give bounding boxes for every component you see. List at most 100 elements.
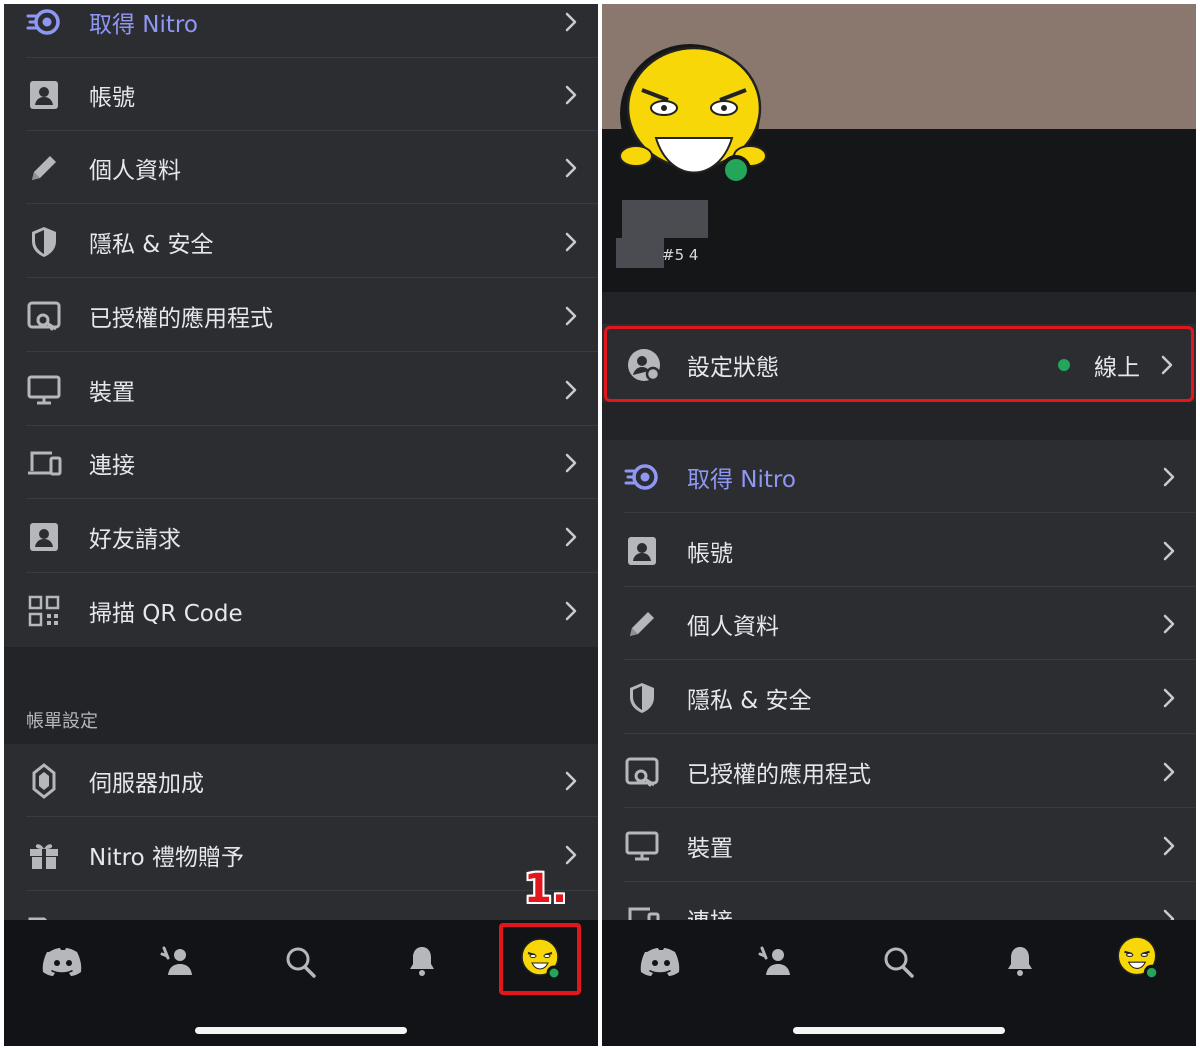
pencil-icon xyxy=(630,611,654,636)
menu-item-label: 已授權的應用程式 xyxy=(89,305,273,332)
divider xyxy=(624,512,1196,513)
divider xyxy=(26,890,598,891)
shield-icon xyxy=(630,682,654,713)
menu-item-profile[interactable]: 個人資料 xyxy=(4,131,598,204)
gift-icon xyxy=(30,843,58,869)
section-gap: 帳單設定 xyxy=(4,647,598,744)
chevron-right-icon xyxy=(565,380,577,399)
billing-section-title: 帳單設定 xyxy=(26,711,98,732)
chevron-right-icon xyxy=(1163,614,1175,633)
annotation-step-label: 1. xyxy=(524,866,568,912)
monitor-icon xyxy=(625,831,659,860)
menu-item-label: 掃描 QR Code xyxy=(89,600,243,627)
menu-item-label: 取得 Nitro xyxy=(89,11,198,38)
search-icon[interactable] xyxy=(877,942,921,982)
shield-icon xyxy=(32,226,56,257)
menu-item-label: 好友請求 xyxy=(89,526,181,553)
chevron-right-icon xyxy=(565,12,577,31)
devices-icon xyxy=(28,451,62,475)
user-tag: #5 4 xyxy=(662,246,699,264)
chevron-right-icon xyxy=(565,771,577,790)
chevron-right-icon xyxy=(1163,467,1175,486)
discriminator-redacted xyxy=(616,238,664,268)
friends-wave-icon[interactable] xyxy=(158,942,202,982)
discord-logo-icon[interactable] xyxy=(639,942,683,982)
divider xyxy=(26,203,598,204)
menu-item-devices[interactable]: 裝置 xyxy=(4,353,598,426)
menu-item-account[interactable]: 帳號 xyxy=(602,514,1196,587)
bell-icon[interactable] xyxy=(998,942,1042,982)
authorized-apps-icon xyxy=(625,757,659,787)
annotation-highlight-status xyxy=(604,326,1194,402)
account-icon xyxy=(30,80,58,109)
menu-item-privacy-safety[interactable]: 隱私 & 安全 xyxy=(602,661,1196,734)
menu-item-label: 帳號 xyxy=(89,84,135,111)
authorized-apps-icon xyxy=(27,301,61,331)
menu-item-friend-requests[interactable]: 好友請求 xyxy=(4,500,598,573)
menu-item-get-nitro[interactable]: 取得 Nitro xyxy=(602,440,1196,513)
search-icon[interactable] xyxy=(279,942,323,982)
menu-item-label: Nitro 禮物贈予 xyxy=(89,844,244,871)
account-icon xyxy=(628,536,656,565)
pencil-icon xyxy=(32,155,56,180)
divider xyxy=(26,277,598,278)
menu-item-get-nitro[interactable]: 取得 Nitro xyxy=(4,4,598,58)
menu-item-label: 已授權的應用程式 xyxy=(687,761,871,788)
section-gap xyxy=(602,402,1196,440)
chevron-right-icon xyxy=(565,306,577,325)
menu-item-label: 連接 xyxy=(89,452,135,479)
menu-item-nitro-gift[interactable]: Nitro 禮物贈予 xyxy=(4,818,598,891)
account-icon xyxy=(30,522,58,551)
menu-item-account[interactable]: 帳號 xyxy=(4,58,598,131)
menu-item-label: 伺服器加成 xyxy=(89,770,204,797)
menu-item-connections[interactable]: 連接 xyxy=(4,426,598,499)
menu-item-label: 隱私 & 安全 xyxy=(89,231,214,258)
menu-item-label: 隱私 & 安全 xyxy=(687,687,812,714)
menu-item-privacy-safety[interactable]: 隱私 & 安全 xyxy=(4,205,598,278)
menu-item-scan-qr-code[interactable]: 掃描 QR Code xyxy=(4,574,598,647)
menu-item-label: 裝置 xyxy=(89,379,135,406)
menu-item-devices[interactable]: 裝置 xyxy=(602,809,1196,882)
divider xyxy=(624,659,1196,660)
menu-item-server-boost[interactable]: 伺服器加成 xyxy=(4,744,598,817)
friends-wave-icon[interactable] xyxy=(756,942,800,982)
chevron-right-icon xyxy=(565,158,577,177)
divider xyxy=(26,572,598,573)
menu-item-label: 裝置 xyxy=(687,835,733,862)
avatar-icon xyxy=(1117,936,1160,981)
home-indicator xyxy=(195,1027,407,1034)
chevron-right-icon xyxy=(1163,836,1175,855)
menu-item-profile[interactable]: 個人資料 xyxy=(602,587,1196,660)
menu-item-authorized-apps[interactable]: 已授權的應用程式 xyxy=(602,735,1196,808)
settings-screen-left: 取得 Nitro 帳號 個人資料 隱私 & 安全 已授權的應用程式 裝置 連接 xyxy=(4,4,598,1046)
bottom-tab-bar xyxy=(602,920,1196,1046)
qr-code-icon xyxy=(28,595,60,626)
nitro-icon xyxy=(26,8,60,35)
chevron-right-icon xyxy=(1163,762,1175,781)
annotation-highlight-avatar xyxy=(499,923,581,995)
chevron-right-icon xyxy=(1163,688,1175,707)
menu-item-label: 個人資料 xyxy=(89,157,181,184)
chevron-right-icon xyxy=(565,527,577,546)
chevron-right-icon xyxy=(565,453,577,472)
settings-screen-right: #5 4 設定狀態 線上 取得 Nitro 帳號 個人資料 隱私 & 安全 已授… xyxy=(602,4,1196,1046)
divider xyxy=(624,733,1196,734)
nitro-icon xyxy=(624,463,658,490)
menu-item-label: 個人資料 xyxy=(687,613,779,640)
chevron-right-icon xyxy=(565,601,577,620)
discord-logo-icon[interactable] xyxy=(41,942,85,982)
chevron-right-icon xyxy=(565,85,577,104)
divider xyxy=(26,816,598,817)
profile-avatar[interactable] xyxy=(616,42,772,192)
username-redacted xyxy=(622,200,708,238)
divider xyxy=(26,498,598,499)
bell-icon[interactable] xyxy=(400,942,444,982)
avatar-tab[interactable] xyxy=(1113,934,1161,982)
home-indicator xyxy=(793,1027,1005,1034)
chevron-right-icon xyxy=(565,845,577,864)
menu-item-authorized-apps[interactable]: 已授權的應用程式 xyxy=(4,279,598,352)
section-gap xyxy=(602,292,1196,324)
monitor-icon xyxy=(27,375,61,404)
menu-item-label: 帳號 xyxy=(687,540,733,567)
chevron-right-icon xyxy=(565,232,577,251)
